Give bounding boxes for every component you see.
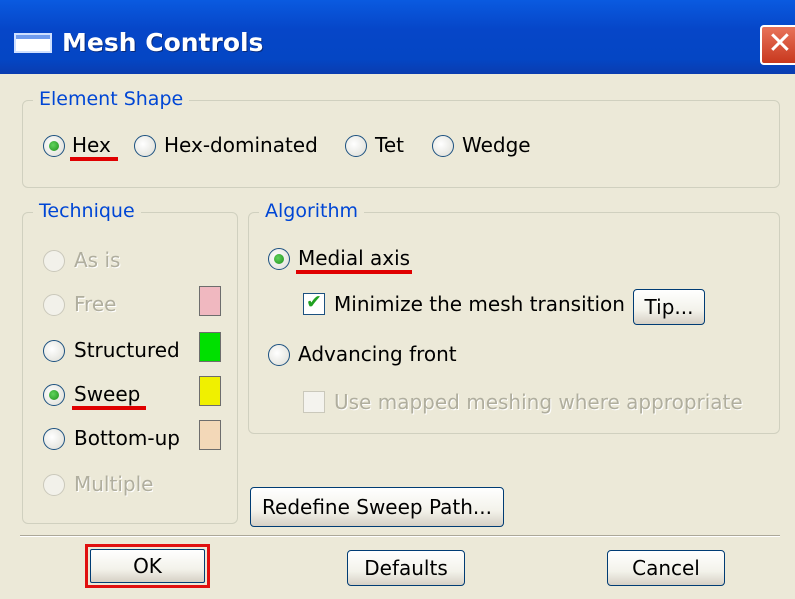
minimize-transition-checkbox[interactable] xyxy=(303,291,325,315)
tet-radio[interactable] xyxy=(345,135,367,157)
window-icon xyxy=(14,33,52,53)
medial-axis-label[interactable]: Medial axis xyxy=(298,246,410,270)
tip-button[interactable]: Tip... xyxy=(633,289,705,325)
sweep-highlight xyxy=(72,406,146,410)
cancel-button[interactable]: Cancel xyxy=(607,550,725,586)
wedge-radio[interactable] xyxy=(432,135,454,157)
title-bar[interactable]: Mesh Controls ✕ xyxy=(0,0,795,74)
minimize-transition-label[interactable]: Minimize the mesh transition xyxy=(334,292,625,316)
ok-button[interactable]: OK xyxy=(90,549,205,583)
as-is-radio xyxy=(43,250,65,272)
redefine-sweep-path-button[interactable]: Redefine Sweep Path... xyxy=(250,487,504,527)
algorithm-legend: Algorithm xyxy=(259,200,365,222)
advancing-front-label[interactable]: Advancing front xyxy=(298,342,457,366)
free-label: Free xyxy=(74,292,117,316)
defaults-button[interactable]: Defaults xyxy=(347,550,465,586)
hex-dominated-label[interactable]: Hex-dominated xyxy=(164,133,318,157)
multiple-radio xyxy=(43,474,65,496)
hex-highlight xyxy=(70,157,118,161)
window-title: Mesh Controls xyxy=(62,28,264,57)
button-separator xyxy=(20,535,780,537)
free-color-swatch xyxy=(199,286,221,316)
bottom-up-label[interactable]: Bottom-up xyxy=(74,426,180,450)
use-mapped-checkbox xyxy=(303,391,325,413)
hex-dominated-radio[interactable] xyxy=(134,135,156,157)
medial-axis-radio[interactable] xyxy=(268,248,290,270)
wedge-label[interactable]: Wedge xyxy=(462,133,531,157)
structured-label[interactable]: Structured xyxy=(74,338,180,362)
structured-color-swatch xyxy=(199,332,221,362)
use-mapped-label: Use mapped meshing where appropriate xyxy=(334,390,743,414)
multiple-label: Multiple xyxy=(74,472,154,496)
technique-legend: Technique xyxy=(33,200,141,222)
as-is-label: As is xyxy=(74,248,121,272)
element-shape-legend: Element Shape xyxy=(33,88,190,110)
tet-label[interactable]: Tet xyxy=(375,133,404,157)
sweep-label[interactable]: Sweep xyxy=(74,382,140,406)
medial-axis-highlight xyxy=(296,270,412,274)
structured-radio[interactable] xyxy=(43,340,65,362)
sweep-color-swatch xyxy=(199,376,221,406)
bottom-up-radio[interactable] xyxy=(43,428,65,450)
close-button[interactable]: ✕ xyxy=(760,25,795,65)
free-radio xyxy=(43,294,65,316)
advancing-front-radio[interactable] xyxy=(268,344,290,366)
mesh-controls-dialog: Mesh Controls ✕ Element Shape Hex Hex-do… xyxy=(0,0,795,599)
hex-radio[interactable] xyxy=(43,135,65,157)
hex-label[interactable]: Hex xyxy=(72,133,111,157)
sweep-radio[interactable] xyxy=(43,384,65,406)
bottom-up-color-swatch xyxy=(199,420,221,450)
